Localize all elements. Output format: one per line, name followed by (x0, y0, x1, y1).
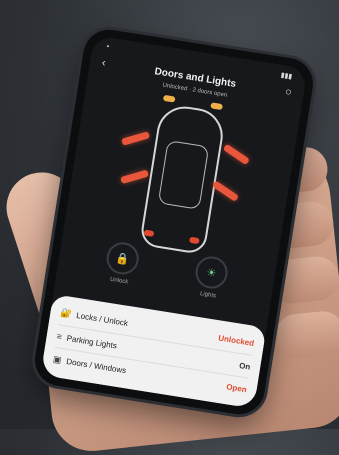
lock-icon: 🔐 (59, 307, 73, 320)
door-front-left[interactable] (121, 131, 151, 146)
app-screen: • ▮▮▮ ‹ Doors and Lights ○ Unlocked · 2 … (40, 35, 308, 409)
door-rear-right[interactable] (211, 180, 240, 202)
status-badge: On (238, 360, 252, 372)
back-arrow-icon[interactable]: ‹ (101, 57, 107, 69)
unlock-label: Unlock (109, 276, 129, 286)
signal-battery-icon: ▮▮▮ (280, 71, 293, 81)
lights-control[interactable]: ☀ Lights (192, 254, 230, 300)
lights-label: Lights (199, 290, 217, 300)
unlock-control[interactable]: 🔒 Unlock (103, 240, 141, 286)
door-front-right[interactable] (222, 143, 250, 166)
lock-icon[interactable]: 🔒 (104, 240, 141, 277)
parking-light-icon: ≡ (55, 331, 63, 342)
status-badge: Unlocked (217, 333, 255, 348)
door-icon: ▣ (52, 353, 63, 366)
finger (272, 309, 339, 361)
headlight-right (210, 102, 224, 111)
bulb-icon[interactable]: ☀ (193, 254, 230, 291)
info-icon[interactable]: ○ (284, 86, 292, 99)
headlight-left (162, 94, 176, 103)
row-label: Parking Lights (66, 333, 118, 351)
door-rear-left[interactable] (120, 169, 150, 185)
row-label: Doors / Windows (65, 356, 127, 376)
status-time-icon: • (106, 43, 110, 51)
row-label: Locks / Unlock (75, 310, 129, 328)
status-badge: Open (225, 382, 248, 395)
